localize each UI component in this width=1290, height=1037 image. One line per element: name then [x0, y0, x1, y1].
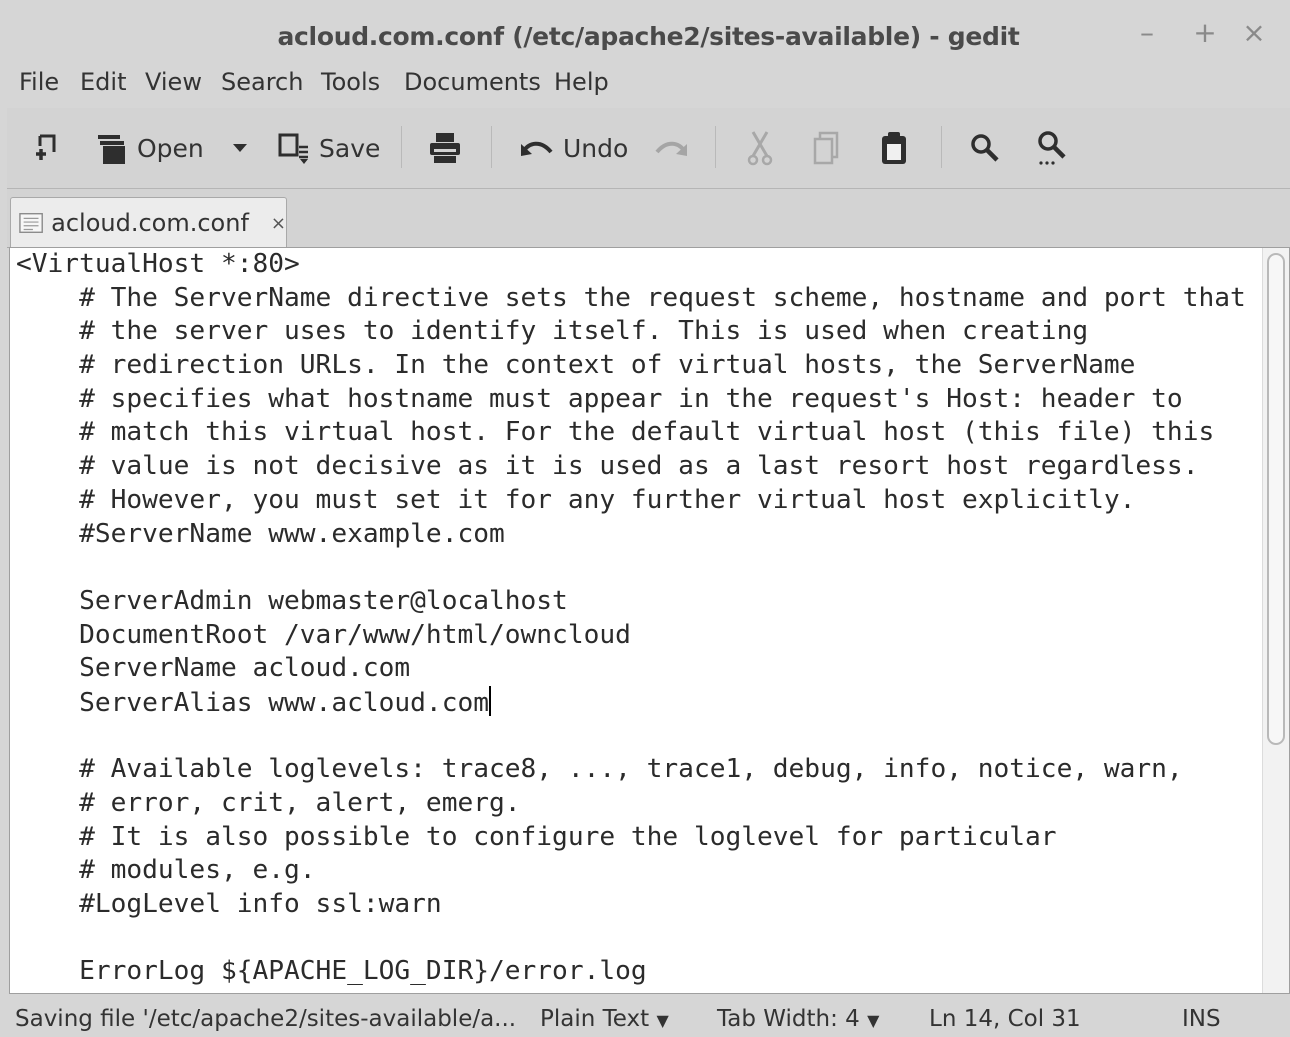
- code-line[interactable]: # the server uses to identify itself. Th…: [16, 315, 1246, 349]
- toolbar-separator: [491, 126, 492, 168]
- menu-search[interactable]: Search: [221, 68, 303, 96]
- window-title: acloud.com.conf (/etc/apache2/sites-avai…: [277, 22, 1020, 51]
- insert-mode[interactable]: INS: [1182, 1006, 1221, 1032]
- text-cursor: [489, 685, 491, 716]
- code-line[interactable]: [16, 720, 1246, 754]
- toolbar: Open Save Undo: [7, 108, 1290, 189]
- new-document-button[interactable]: [31, 126, 59, 170]
- folder-icon: [98, 135, 125, 164]
- copy-button[interactable]: [811, 126, 841, 170]
- tab-width-label: Tab Width: 4: [717, 1006, 860, 1032]
- close-window-button[interactable]: ×: [1239, 16, 1269, 49]
- tab-bar: acloud.com.conf ×: [7, 189, 1290, 248]
- code-line[interactable]: # It is also possible to configure the l…: [16, 821, 1246, 855]
- code-line[interactable]: <VirtualHost *:80>: [16, 248, 1246, 282]
- code-line[interactable]: ServerName acloud.com: [16, 652, 1246, 686]
- menu-documents[interactable]: Documents: [404, 68, 541, 96]
- cut-button[interactable]: [745, 126, 775, 170]
- title-bar[interactable]: acloud.com.conf (/etc/apache2/sites-avai…: [7, 0, 1290, 62]
- code-line[interactable]: # The ServerName directive sets the requ…: [16, 282, 1246, 316]
- undo-button[interactable]: Undo: [519, 126, 628, 170]
- cursor-position: Ln 14, Col 31: [929, 1006, 1081, 1032]
- code-line[interactable]: # modules, e.g.: [16, 854, 1246, 888]
- undo-icon: [521, 141, 553, 156]
- menu-tools[interactable]: Tools: [321, 68, 380, 96]
- code-line[interactable]: [16, 922, 1246, 956]
- scrollbar-thumb[interactable]: [1267, 253, 1285, 745]
- tab-close-icon[interactable]: ×: [271, 213, 286, 234]
- chevron-down-icon: ▼: [656, 1011, 669, 1030]
- minimize-button[interactable]: –: [1132, 16, 1162, 49]
- open-button[interactable]: Open: [95, 126, 204, 170]
- maximize-button[interactable]: +: [1190, 16, 1220, 49]
- new-document-icon: [36, 134, 56, 160]
- vertical-scrollbar[interactable]: [1262, 248, 1289, 993]
- save-button[interactable]: Save: [277, 126, 380, 170]
- find-button[interactable]: [969, 126, 1001, 170]
- scissors-icon: [747, 131, 773, 166]
- menu-view[interactable]: View: [145, 68, 202, 96]
- code-line[interactable]: # However, you must set it for any furth…: [16, 484, 1246, 518]
- code-line[interactable]: DocumentRoot /var/www/html/owncloud: [16, 619, 1246, 653]
- menu-edit[interactable]: Edit: [80, 68, 126, 96]
- print-button[interactable]: [427, 126, 463, 170]
- code-line[interactable]: # match this virtual host. For the defau…: [16, 416, 1246, 450]
- code-line[interactable]: # error, crit, alert, emerg.: [16, 787, 1246, 821]
- code-line[interactable]: #ServerName www.example.com: [16, 518, 1246, 552]
- chevron-down-icon: [233, 144, 247, 152]
- code-line[interactable]: # value is not decisive as it is used as…: [16, 450, 1246, 484]
- clipboard-icon: [882, 132, 906, 164]
- code-line[interactable]: #LogLevel info ssl:warn: [16, 888, 1246, 922]
- language-selector[interactable]: Plain Text ▼: [540, 1006, 669, 1032]
- save-icon: [278, 133, 308, 164]
- text-editor[interactable]: <VirtualHost *:80> # The ServerName dire…: [9, 247, 1290, 994]
- menu-file[interactable]: File: [19, 68, 59, 96]
- menu-help[interactable]: Help: [554, 68, 609, 96]
- toolbar-separator: [941, 126, 942, 168]
- code-line[interactable]: # Available loglevels: trace8, ..., trac…: [16, 753, 1246, 787]
- status-message: Saving file '/etc/apache2/sites-availabl…: [15, 1006, 517, 1032]
- chevron-down-icon: ▼: [867, 1011, 880, 1030]
- toolbar-separator: [401, 126, 402, 168]
- code-line[interactable]: ErrorLog ${APACHE_LOG_DIR}/error.log: [16, 955, 1246, 989]
- printer-icon: [430, 133, 460, 163]
- language-label: Plain Text: [540, 1006, 650, 1032]
- gedit-window: acloud.com.conf (/etc/apache2/sites-avai…: [7, 0, 1290, 1037]
- tab-width-selector[interactable]: Tab Width: 4 ▼: [717, 1006, 879, 1032]
- code-line[interactable]: # redirection URLs. In the context of vi…: [16, 349, 1246, 383]
- menu-bar: File Edit View Search Tools Documents He…: [7, 62, 1290, 104]
- status-bar: Saving file '/etc/apache2/sites-availabl…: [7, 994, 1290, 1037]
- code-line[interactable]: ServerAdmin webmaster@localhost: [16, 585, 1246, 619]
- document-text[interactable]: <VirtualHost *:80> # The ServerName dire…: [16, 248, 1246, 989]
- redo-button[interactable]: [653, 126, 689, 170]
- document-tab[interactable]: acloud.com.conf ×: [10, 197, 287, 248]
- code-line[interactable]: [16, 551, 1246, 585]
- search-replace-icon: [1038, 131, 1066, 165]
- undo-label: Undo: [563, 133, 629, 163]
- code-line[interactable]: # specifies what hostname must appear in…: [16, 383, 1246, 417]
- search-icon: [971, 134, 999, 162]
- find-replace-button[interactable]: [1035, 126, 1069, 170]
- text-document-icon: [19, 213, 43, 233]
- redo-icon: [655, 141, 687, 156]
- tab-label: acloud.com.conf: [51, 209, 249, 237]
- save-label: Save: [319, 133, 381, 163]
- copy-icon: [813, 131, 839, 165]
- code-line[interactable]: ServerAlias www.acloud.com: [16, 685, 1246, 720]
- open-label: Open: [137, 133, 204, 163]
- toolbar-separator: [715, 126, 716, 168]
- paste-button[interactable]: [879, 126, 909, 170]
- recent-files-dropdown[interactable]: [231, 126, 249, 170]
